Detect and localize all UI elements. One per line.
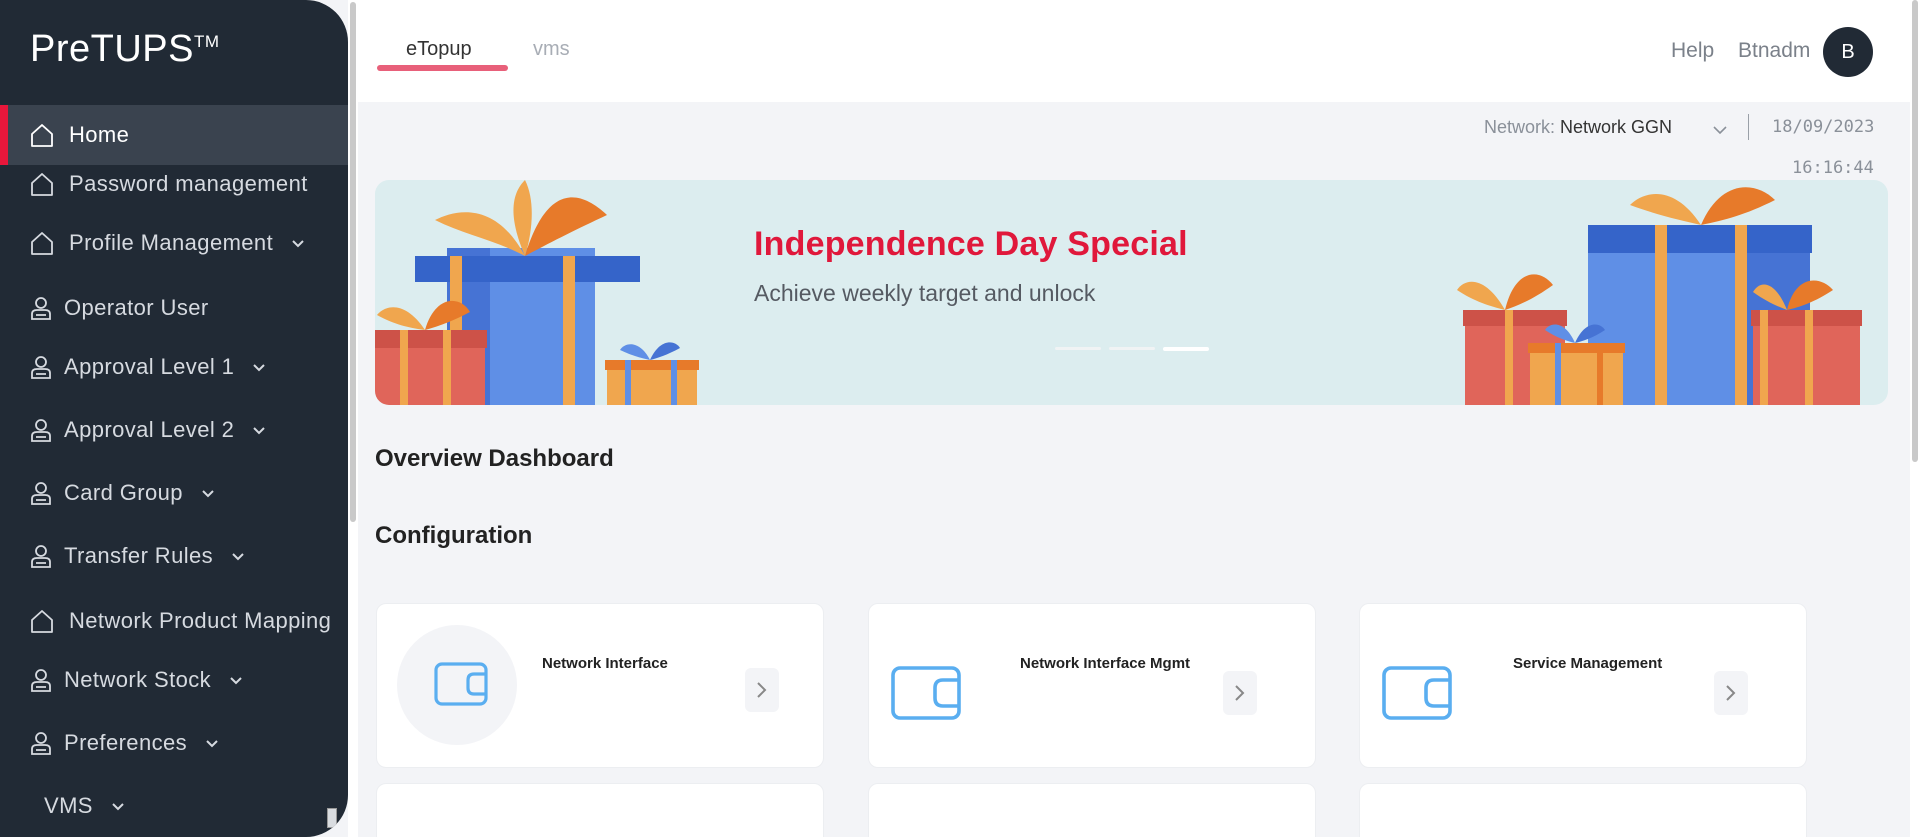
card-partial[interactable] <box>868 783 1316 837</box>
network-label: Network: <box>1484 117 1556 137</box>
card-service-management[interactable]: Service Management <box>1359 603 1807 768</box>
card-partial[interactable] <box>1359 783 1807 837</box>
chevron-down-icon <box>206 740 218 748</box>
network-selector[interactable]: Network: Network GGN <box>1484 117 1672 138</box>
tab-etopup[interactable]: eTopup <box>406 38 472 61</box>
chevron-down-icon <box>232 553 244 561</box>
card-title: Network Interface Mgmt <box>1020 655 1191 672</box>
sidebar: PreTUPSTM Home Password management Profi… <box>0 0 348 837</box>
user-icon <box>31 482 51 505</box>
wallet-icon <box>1382 666 1452 720</box>
current-date: 18/09/2023 <box>1772 117 1875 137</box>
chevron-down-icon <box>292 240 304 248</box>
help-link[interactable]: Help <box>1671 39 1714 63</box>
sidebar-scrollbar[interactable] <box>348 0 358 837</box>
sidebar-item-label: Home <box>69 122 130 147</box>
card-network-interface-mgmt[interactable]: Network Interface Mgmt <box>868 603 1316 768</box>
sidebar-item-label: Approval Level 1 <box>64 354 235 379</box>
main-scrollbar-thumb[interactable] <box>1912 0 1918 462</box>
wallet-icon <box>891 666 961 720</box>
user-icon <box>31 297 51 320</box>
sidebar-item-label: Password management <box>69 171 308 196</box>
card-partial[interactable] <box>376 783 824 837</box>
chevron-down-icon <box>230 677 242 685</box>
home-icon <box>31 610 53 633</box>
sidebar-item-network-product-mapping[interactable]: Network Product Mapping <box>0 591 348 651</box>
card-arrow-button[interactable] <box>1223 671 1257 715</box>
sidebar-item-label: Transfer Rules <box>64 543 214 568</box>
card-arrow-button[interactable] <box>745 668 779 712</box>
sidebar-item-profile-management[interactable]: Profile Management <box>0 213 348 273</box>
sidebar-item-label: Operator User <box>64 295 209 320</box>
chevron-right-icon <box>1235 685 1245 701</box>
sidebar-item-approval-level-2[interactable]: Approval Level 2 <box>0 400 348 460</box>
sidebar-item-label: Profile Management <box>69 230 274 255</box>
sidebar-item-network-stock[interactable]: Network Stock <box>0 650 348 710</box>
card-title: Service Management <box>1513 655 1663 672</box>
home-icon <box>31 232 53 255</box>
carousel-dot[interactable] <box>1109 347 1155 350</box>
sidebar-item-label: Preferences <box>64 730 188 755</box>
user-icon <box>31 356 51 379</box>
home-icon <box>31 173 53 196</box>
sidebar-item-password-management[interactable]: Password management <box>0 154 348 214</box>
chevron-down-icon <box>112 803 124 811</box>
user-icon <box>31 669 51 692</box>
carousel-dot[interactable] <box>1055 347 1101 350</box>
wallet-icon <box>434 662 488 706</box>
sidebar-item-label: Approval Level 2 <box>64 417 235 442</box>
chevron-down-icon[interactable] <box>1712 122 1728 138</box>
banner-title: Independence Day Special <box>754 225 1188 263</box>
sidebar-item-label: Card Group <box>64 480 183 505</box>
overview-heading: Overview Dashboard <box>375 445 614 472</box>
carousel-indicators <box>1055 347 1209 351</box>
current-time: 16:16:44 <box>1792 158 1874 178</box>
chevron-down-icon <box>253 364 266 372</box>
chevron-right-icon <box>757 682 767 698</box>
carousel-dot-active[interactable] <box>1163 347 1209 351</box>
app-logo[interactable]: PreTUPSTM <box>30 28 220 71</box>
sidebar-item-vms[interactable]: VMS <box>0 776 348 836</box>
sidebar-item-preferences[interactable]: Preferences <box>0 713 348 773</box>
tab-vms[interactable]: vms <box>533 38 570 61</box>
divider <box>1748 114 1749 140</box>
card-arrow-button[interactable] <box>1714 671 1748 715</box>
sidebar-scroll-handle[interactable] <box>327 808 337 828</box>
configuration-heading: Configuration <box>375 522 533 549</box>
promo-banner[interactable]: Independence Day Special Achieve weekly … <box>375 180 1888 405</box>
user-icon <box>31 732 51 755</box>
sidebar-item-approval-level-1[interactable]: Approval Level 1 <box>0 337 348 397</box>
active-tab-indicator <box>377 65 508 71</box>
sidebar-item-card-group[interactable]: Card Group <box>0 463 348 523</box>
network-value: Network GGN <box>1560 117 1673 137</box>
sidebar-scrollbar-thumb[interactable] <box>350 2 356 522</box>
sidebar-item-label: VMS <box>44 793 93 818</box>
card-network-interface[interactable]: Network Interface <box>376 603 824 768</box>
chevron-down-icon <box>202 490 214 498</box>
username: Btnadm <box>1738 39 1811 62</box>
avatar[interactable]: B <box>1823 27 1873 77</box>
user-icon <box>31 545 51 568</box>
chevron-down-icon <box>253 427 266 435</box>
gift-illustration <box>375 180 1862 405</box>
sidebar-item-operator-user[interactable]: Operator User <box>0 278 348 338</box>
banner-subtitle: Achieve weekly target and unlock <box>754 280 1096 306</box>
sidebar-item-transfer-rules[interactable]: Transfer Rules <box>0 526 348 586</box>
chevron-right-icon <box>1726 685 1736 701</box>
sidebar-item-label: Network Stock <box>64 667 212 692</box>
main-scrollbar[interactable] <box>1910 0 1920 837</box>
user-icon <box>31 419 51 442</box>
top-header: eTopup vms Help Btnadm B <box>358 0 1910 102</box>
sidebar-item-label: Network Product Mapping <box>69 608 332 633</box>
home-icon <box>31 124 53 147</box>
card-title: Network Interface <box>542 655 668 672</box>
